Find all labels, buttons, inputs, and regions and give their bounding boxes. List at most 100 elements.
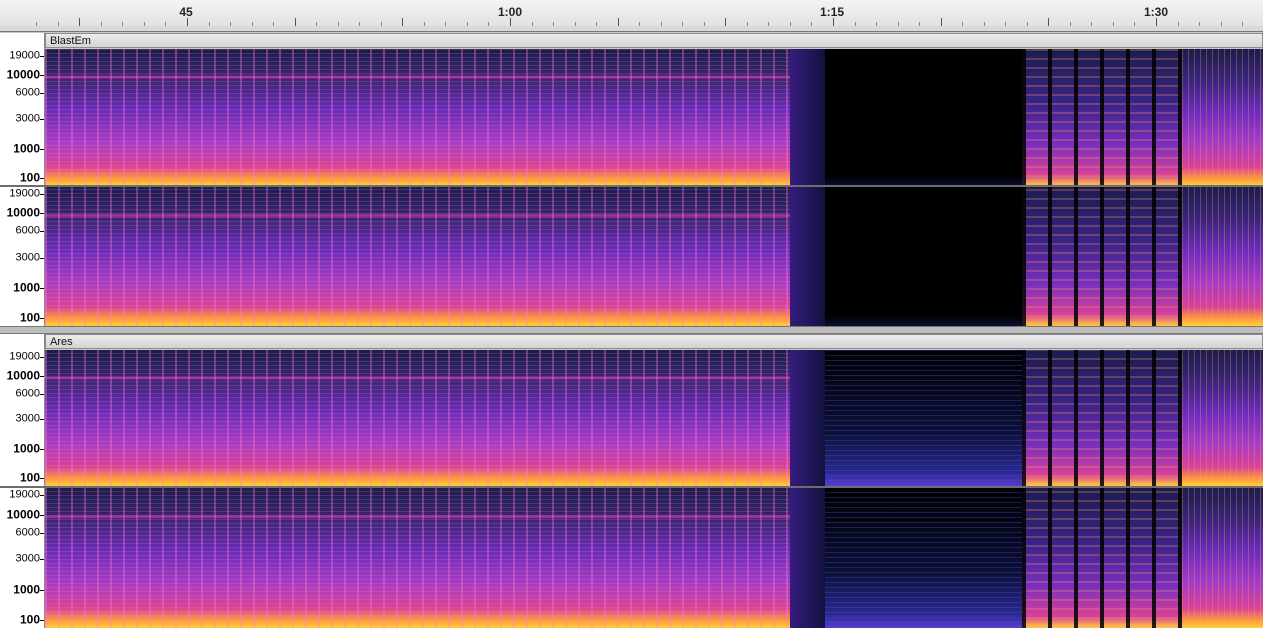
frequency-tick <box>40 393 44 395</box>
frequency-scale: 19000 10000 6000 3000 1000 100 <box>0 488 45 628</box>
frequency-scale: 19000 10000 6000 3000 1000 100 <box>0 187 45 326</box>
spectrogram-bright-region <box>1182 49 1263 186</box>
spectrogram-left[interactable] <box>45 49 1263 186</box>
frequency-tick <box>40 419 44 421</box>
frequency-label: 19000 <box>9 49 40 62</box>
frequency-tick <box>40 317 44 319</box>
frequency-tick <box>40 375 44 377</box>
frequency-label: 100 <box>19 170 40 185</box>
spectrogram-right[interactable] <box>45 488 1263 628</box>
spectrogram-noise-region <box>825 488 1022 628</box>
track-name-bar[interactable]: BlastEm <box>45 33 1263 48</box>
frequency-label: 1000 <box>13 441 40 456</box>
spectrogram-block-region <box>1022 350 1182 486</box>
ruler-tick <box>1048 18 1049 26</box>
frequency-label: 100 <box>19 310 40 325</box>
ruler-tick <box>79 18 80 26</box>
frequency-label: 19000 <box>9 350 40 363</box>
frequency-tick <box>40 55 44 57</box>
spectrogram-silent-region <box>825 187 1022 326</box>
frequency-tick <box>40 619 44 621</box>
frequency-label: 3000 <box>15 412 40 425</box>
spectrogram-block-region <box>1022 187 1182 326</box>
ruler-tick <box>402 18 403 26</box>
spectrogram-fade-region <box>790 49 825 186</box>
frequency-tick <box>40 532 44 534</box>
frequency-label: 19000 <box>9 488 40 501</box>
frequency-label: 3000 <box>15 552 40 565</box>
frequency-tick <box>40 514 44 516</box>
ruler-tick <box>725 18 726 26</box>
frequency-tick <box>40 177 44 179</box>
frequency-label: 3000 <box>15 251 40 264</box>
spectrogram-dense-region <box>45 488 790 628</box>
frequency-tick <box>40 477 44 479</box>
timeline-strip <box>0 26 1263 32</box>
frequency-tick <box>40 213 44 215</box>
frequency-tick <box>40 92 44 94</box>
channel-left[interactable]: 19000 10000 6000 3000 1000 100 <box>0 49 1263 186</box>
track-separator <box>0 326 1263 334</box>
ruler-tick <box>941 18 942 26</box>
frequency-label: 10000 <box>6 67 40 82</box>
ruler-tick <box>295 18 296 26</box>
timeline-ruler[interactable]: 45 1:00 1:15 1:30 <box>0 0 1263 27</box>
frequency-label: 10000 <box>6 205 40 220</box>
channel-right[interactable]: 19000 10000 6000 3000 1000 100 <box>0 187 1263 326</box>
ruler-label-1-15: 1:15 <box>819 5 845 19</box>
frequency-label: 3000 <box>15 112 40 125</box>
frequency-tick <box>40 231 44 233</box>
ruler-tick <box>618 18 619 26</box>
frequency-tick <box>40 449 44 451</box>
frequency-label: 1000 <box>13 582 40 597</box>
ruler-label-45: 45 <box>179 5 193 19</box>
frequency-tick <box>40 590 44 592</box>
track-name-bar[interactable]: Ares <box>45 334 1263 349</box>
frequency-label: 10000 <box>6 507 40 522</box>
frequency-label: 6000 <box>15 526 40 539</box>
frequency-tick <box>40 559 44 561</box>
spectrogram-silent-region <box>825 49 1022 186</box>
ruler-tick <box>1156 18 1157 26</box>
spectrogram-dense-region <box>45 49 790 186</box>
spectrogram-fade-region <box>790 488 825 628</box>
spectrogram-fade-region <box>790 350 825 486</box>
frequency-tick <box>40 257 44 259</box>
frequency-label: 6000 <box>15 86 40 99</box>
ruler-tick <box>510 18 511 26</box>
frequency-label: 19000 <box>9 187 40 200</box>
frequency-tick <box>40 149 44 150</box>
track-ares[interactable]: Ares 19000 10000 6000 3000 1000 100 19000 1000… <box>0 334 1263 628</box>
ruler-tick <box>833 18 834 26</box>
frequency-tick <box>40 75 44 77</box>
track-name: Ares <box>50 336 73 348</box>
frequency-tick <box>40 193 44 195</box>
spectrogram-bright-region <box>1182 350 1263 486</box>
frequency-scale: 19000 10000 6000 3000 1000 100 <box>0 350 45 486</box>
spectrogram-block-region <box>1022 49 1182 186</box>
frequency-tick <box>40 495 44 496</box>
spectrogram-noise-region <box>825 350 1022 486</box>
spectrogram-bright-region <box>1182 488 1263 628</box>
track-blastem[interactable]: BlastEm 19000 10000 6000 3000 1000 100 19000 1… <box>0 33 1263 326</box>
spectrogram-left[interactable] <box>45 350 1263 486</box>
frequency-label: 100 <box>19 470 40 485</box>
spectrogram-right[interactable] <box>45 187 1263 326</box>
frequency-label: 10000 <box>6 368 40 383</box>
ruler-label-1-00: 1:00 <box>497 5 523 19</box>
channel-left[interactable]: 19000 10000 6000 3000 1000 100 <box>0 350 1263 486</box>
frequency-tick <box>40 356 44 358</box>
channel-right[interactable]: 19000 10000 6000 3000 1000 100 <box>0 488 1263 628</box>
spectrogram-block-region <box>1022 488 1182 628</box>
spectrogram-dense-region <box>45 350 790 486</box>
spectrogram-fade-region <box>790 187 825 326</box>
frequency-label: 6000 <box>15 224 40 237</box>
track-name: BlastEm <box>50 35 91 47</box>
frequency-label: 1000 <box>13 141 40 156</box>
spectrogram-dense-region <box>45 187 790 326</box>
frequency-label: 1000 <box>13 280 40 295</box>
frequency-label: 6000 <box>15 387 40 400</box>
frequency-label: 100 <box>19 612 40 627</box>
frequency-scale: 19000 10000 6000 3000 1000 100 <box>0 49 45 186</box>
spectrogram-bright-region <box>1182 187 1263 326</box>
